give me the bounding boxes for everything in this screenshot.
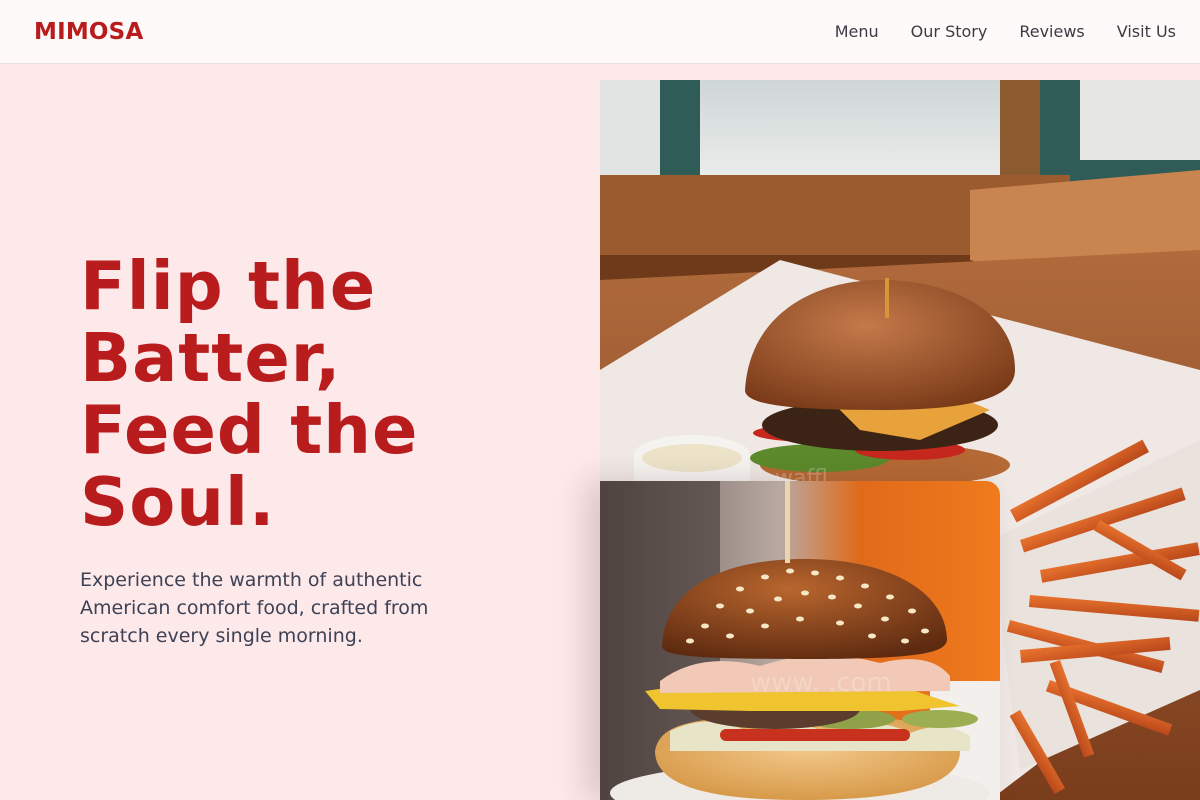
sesame-burger-photo: www. .com — [600, 481, 1000, 800]
main-nav: Menu Our Story Reviews Visit Us — [835, 22, 1176, 41]
hero-title-line: Batter, — [80, 319, 342, 397]
hero-title: Flip the Batter, Feed the Soul. — [80, 250, 520, 538]
hero-title-line: Soul. — [80, 463, 276, 541]
svg-text:www. .com: www. .com — [750, 668, 892, 698]
hero-title-line: Flip the — [80, 247, 377, 325]
top-navbar: MIMOSA Menu Our Story Reviews Visit Us — [0, 0, 1200, 64]
brand-logo[interactable]: MIMOSA — [34, 19, 143, 45]
nav-link-menu[interactable]: Menu — [835, 22, 879, 41]
hero-title-line: Feed the — [80, 391, 419, 469]
hero-section: Flip the Batter, Feed the Soul. Experien… — [80, 250, 520, 650]
nav-link-visit-us[interactable]: Visit Us — [1117, 22, 1176, 41]
nav-link-our-story[interactable]: Our Story — [911, 22, 988, 41]
nav-link-reviews[interactable]: Reviews — [1019, 22, 1084, 41]
hero-description: Experience the warmth of authentic Ameri… — [80, 569, 429, 647]
